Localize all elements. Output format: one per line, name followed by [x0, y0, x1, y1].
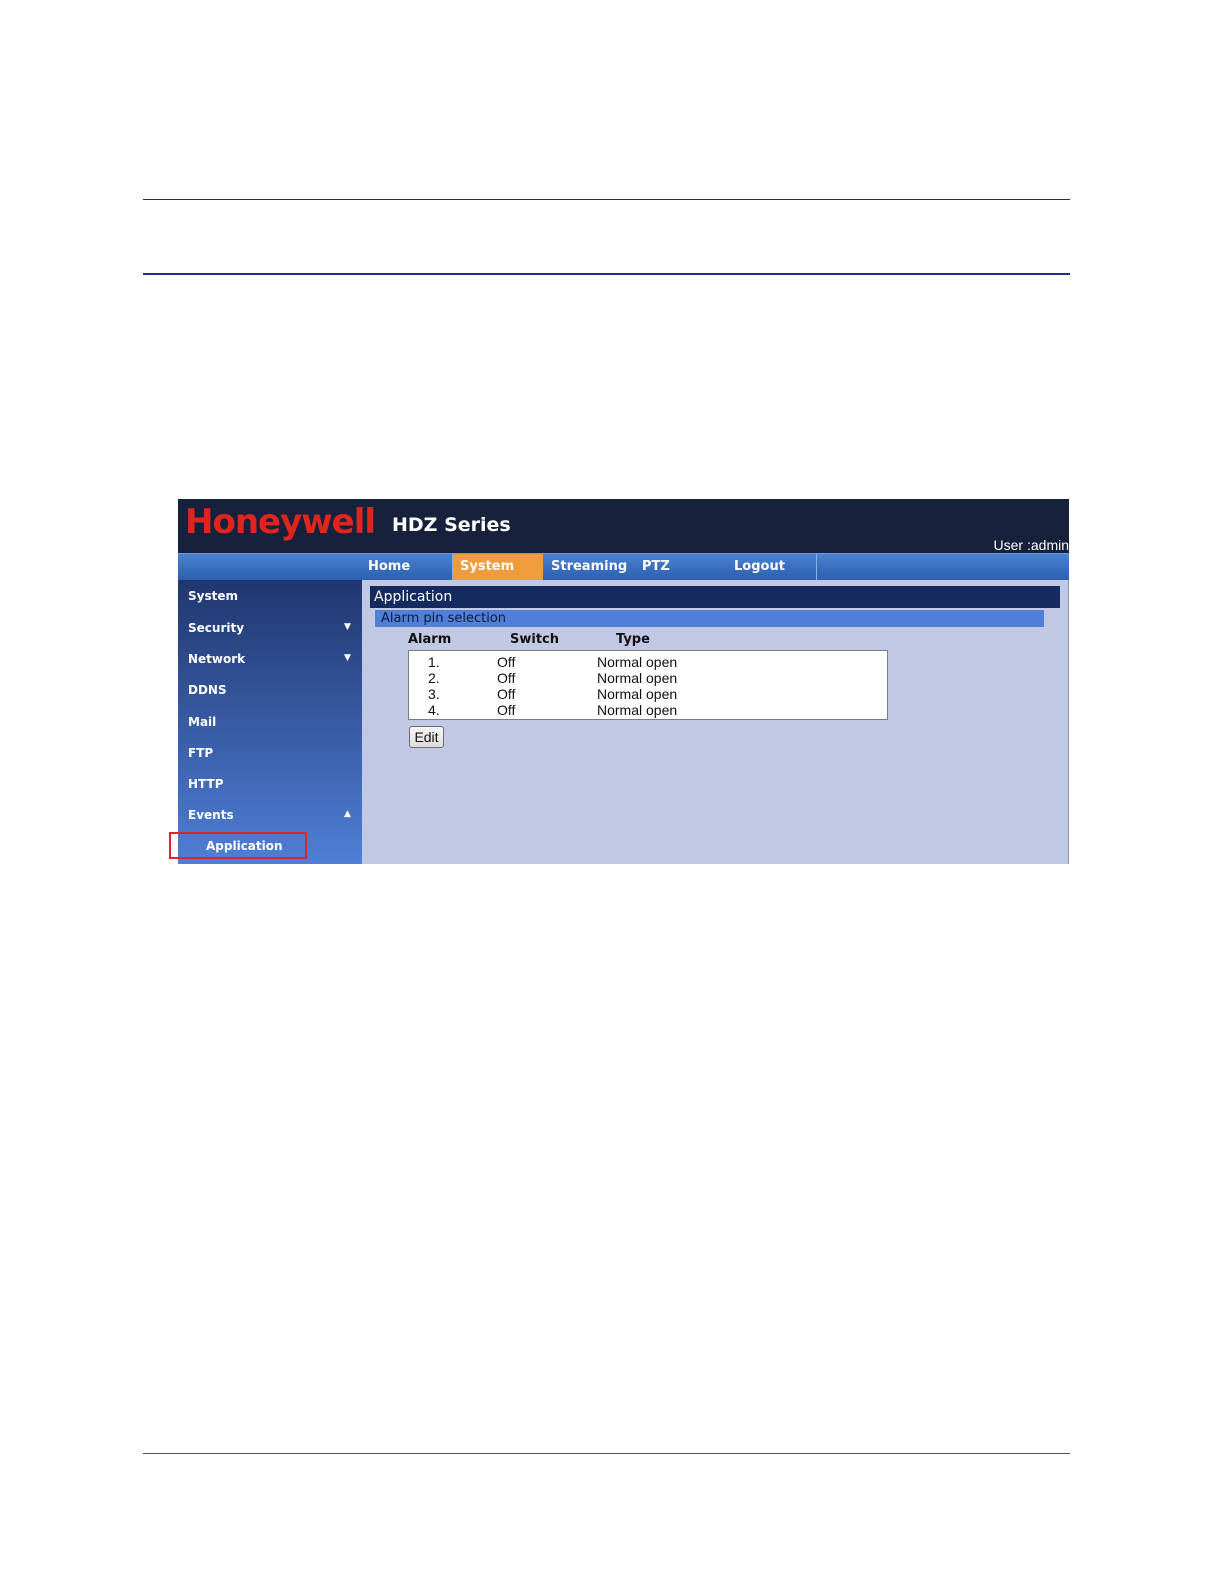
column-header-type: Type: [616, 632, 650, 647]
alarm-number: 2.: [428, 670, 440, 686]
tab-divider: [816, 554, 817, 580]
sidebar-item-http[interactable]: HTTP: [188, 777, 223, 791]
tab-home[interactable]: Home: [368, 554, 452, 580]
tab-streaming[interactable]: Streaming: [551, 554, 635, 580]
switch-value[interactable]: Off: [497, 670, 515, 686]
app-header: Honeywell HDZ Series User :admin: [178, 499, 1069, 553]
panel-title: Application: [370, 586, 1060, 608]
switch-value[interactable]: Off: [497, 686, 515, 702]
header-rule: [143, 273, 1070, 275]
sidebar-item-ddns[interactable]: DDNS: [188, 683, 227, 697]
type-value[interactable]: Normal open: [597, 670, 677, 686]
type-value[interactable]: Normal open: [597, 686, 677, 702]
sidebar-item-security[interactable]: Security: [188, 621, 244, 635]
top-nav: Home System Streaming PTZ Logout: [178, 553, 1069, 580]
tab-logout[interactable]: Logout: [734, 554, 804, 580]
alarm-number: 3.: [428, 686, 440, 702]
alarm-number: 4.: [428, 702, 440, 718]
column-header-alarm: Alarm: [408, 632, 452, 647]
column-header-switch: Switch: [510, 632, 560, 647]
product-series-title: HDZ Series: [392, 514, 511, 536]
top-rule: [143, 199, 1070, 200]
triangle-down-icon[interactable]: ▼: [344, 622, 351, 632]
sidebar-item-events[interactable]: Events: [188, 808, 234, 822]
honeywell-logo: Honeywell: [185, 502, 376, 542]
tab-system[interactable]: System: [453, 554, 543, 580]
sidebar-item-system[interactable]: System: [188, 589, 238, 603]
triangle-down-icon[interactable]: ▼: [344, 653, 351, 663]
main-panel: Application Alarm pin selection Alarm Sw…: [362, 580, 1069, 864]
alarm-number: 1.: [428, 654, 440, 670]
switch-value[interactable]: Off: [497, 654, 515, 670]
tab-ptz[interactable]: PTZ: [642, 554, 702, 580]
sidebar-item-network[interactable]: Network: [188, 652, 245, 666]
switch-value[interactable]: Off: [497, 702, 515, 718]
screenshot-figure: Honeywell HDZ Series User :admin Home Sy…: [169, 499, 1069, 864]
sidebar-item-mail[interactable]: Mail: [188, 715, 216, 729]
sidebar-item-ftp[interactable]: FTP: [188, 746, 213, 760]
footer-rule: [143, 1453, 1070, 1454]
user-label: User :admin: [993, 537, 1069, 553]
type-value[interactable]: Normal open: [597, 702, 677, 718]
edit-button[interactable]: Edit: [409, 726, 444, 748]
alarm-table: 1. Off Normal open 2. Off Normal open 3.…: [408, 650, 888, 720]
type-value[interactable]: Normal open: [597, 654, 677, 670]
triangle-up-icon[interactable]: ▲: [344, 809, 351, 819]
section-title: Alarm pin selection: [375, 610, 1044, 627]
sidebar-subitem-application[interactable]: Application: [206, 839, 283, 853]
